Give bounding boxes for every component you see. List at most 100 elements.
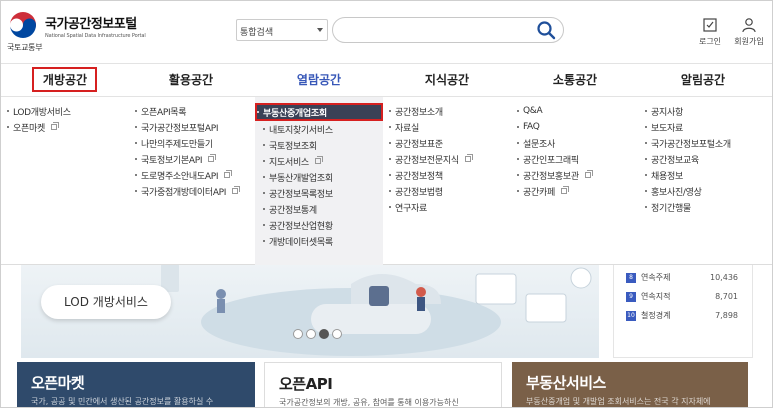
gnb-item-notice-space[interactable]: 알림공간 xyxy=(639,64,767,96)
mega-menu-item-label: 설문조사 xyxy=(523,139,555,150)
mega-menu-item[interactable]: 공간정보목록정보 xyxy=(263,185,383,201)
external-link-icon xyxy=(464,154,473,162)
bullet-icon xyxy=(389,174,391,176)
mega-menu-item[interactable]: 내토지찾기서비스 xyxy=(263,121,383,137)
mega-menu-item[interactable]: FAQ xyxy=(517,119,637,135)
card-open-api[interactable]: 오픈API 국가공간정보의 개방, 공유, 참여를 통해 이용가능하신 xyxy=(264,362,502,407)
mega-menu-item[interactable]: 공간정보산업현황 xyxy=(263,217,383,233)
card-real-estate-service[interactable]: 부동산서비스 부동산중개업 및 개발업 조회서비스는 전국 각 지자체에 xyxy=(512,362,748,407)
external-link-icon xyxy=(224,170,233,178)
bullet-icon xyxy=(135,158,137,160)
slide-dot[interactable] xyxy=(306,329,316,339)
mega-menu-item-label: 공간정보소개 xyxy=(395,107,443,118)
mega-menu-item[interactable]: 설문조사 xyxy=(517,135,637,151)
bullet-icon xyxy=(517,174,519,176)
card-description: 국가공간정보의 개방, 공유, 참여를 통해 이용가능하신 xyxy=(279,398,459,407)
banner-slide[interactable]: LOD 개방서비스 xyxy=(21,264,599,358)
bullet-icon xyxy=(263,224,265,226)
mega-menu-item-label: 공지사항 xyxy=(651,107,683,118)
mega-menu-item[interactable]: 국가중점개방데이터API xyxy=(135,183,255,199)
bullet-icon xyxy=(517,190,519,192)
mega-menu-item[interactable]: 국가공간정보포털API xyxy=(135,119,255,135)
bullet-icon xyxy=(263,144,265,146)
mega-menu-item[interactable]: 공간정보법령 xyxy=(389,183,509,199)
mega-menu-item[interactable]: 지도서비스 xyxy=(263,153,383,169)
mega-menu-item[interactable]: 개방데이터셋목록 xyxy=(263,233,383,249)
gnb-item-browse-space[interactable]: 열람공간 xyxy=(255,64,383,96)
card-description: 부동산중개업 및 개발업 조회서비스는 전국 각 지자체에 xyxy=(526,397,711,406)
ranking-row[interactable]: 8 연속주제 10,436 xyxy=(626,272,746,286)
bullet-icon xyxy=(135,174,137,176)
external-link-icon xyxy=(560,186,569,194)
search-scope-value: 통합검색 xyxy=(240,28,274,38)
gnb-item-communication-space[interactable]: 소통공간 xyxy=(511,64,639,96)
bullet-icon xyxy=(263,240,265,242)
mega-menu-item[interactable]: 자료실 xyxy=(389,119,509,135)
mega-menu-item-label: 국토정보기본API xyxy=(141,155,203,166)
mega-menu-item[interactable]: 오픈API목록 xyxy=(135,103,255,119)
ranking-row[interactable]: 9 연속지적 8,701 xyxy=(626,291,746,305)
login-button[interactable]: 로그인 xyxy=(693,17,727,51)
mega-menu-item-label: 나만의주제도만들기 xyxy=(141,139,213,150)
mega-menu-item[interactable]: 오픈마켓 xyxy=(7,119,127,135)
gnb-item-knowledge-space[interactable]: 지식공간 xyxy=(383,64,511,96)
bullet-icon xyxy=(645,142,647,144)
slide-dot[interactable] xyxy=(293,329,303,339)
search-input[interactable] xyxy=(332,17,564,43)
mega-menu-item[interactable]: 부동산개발업조회 xyxy=(263,169,383,185)
mega-menu-item[interactable]: 공지사항 xyxy=(645,103,767,119)
banner-label: LOD 개방서비스 xyxy=(41,285,171,319)
bullet-icon xyxy=(389,158,391,160)
mega-menu-item[interactable]: Q&A xyxy=(517,103,637,119)
mega-menu-item-label: 공간카페 xyxy=(523,187,555,198)
mega-menu-item[interactable]: 정기간행물 xyxy=(645,199,767,215)
mega-menu-item[interactable]: 도로명주소안내도API xyxy=(135,167,255,183)
ministry-name: 국토교통부 xyxy=(7,43,43,52)
mega-menu-item[interactable]: 공간정보교육 xyxy=(645,151,767,167)
slide-dot[interactable] xyxy=(332,329,342,339)
mega-menu-item-label: 보도자료 xyxy=(651,123,683,134)
mega-menu-item[interactable]: 채용정보 xyxy=(645,167,767,183)
ranking-row[interactable]: 10 철정경계 7,898 xyxy=(626,310,746,324)
mega-menu-item[interactable]: LOD개방서비스 xyxy=(7,103,127,119)
mega-menu-item[interactable]: 부동산중개업조회 xyxy=(255,103,383,121)
bullet-icon xyxy=(389,110,391,112)
bullet-icon xyxy=(135,126,137,128)
site-logo[interactable]: 국가공간정보포털 National Spatial Data Infrastru… xyxy=(7,9,157,55)
gnb-item-use-space[interactable]: 활용공간 xyxy=(127,64,255,96)
mega-menu-item[interactable]: 공간정보전문지식 xyxy=(389,151,509,167)
header: 국가공간정보포털 National Spatial Data Infrastru… xyxy=(1,1,772,63)
mega-menu-item[interactable]: 공간인포그래픽 xyxy=(517,151,637,167)
mega-menu-item-label: 공간정보산업현황 xyxy=(269,221,333,232)
mega-col-notice-space: 공지사항보도자료국가공간정보포털소개공간정보교육 채용정보 홍보사진/영상 정기간행물 xyxy=(645,103,767,215)
mega-menu-item[interactable]: 나만의주제도만들기 xyxy=(135,135,255,151)
mega-menu-item[interactable]: 홍보사진/영상 xyxy=(645,183,767,199)
bullet-icon xyxy=(645,174,647,176)
mega-menu-item[interactable]: 공간정보표준 xyxy=(389,135,509,151)
mega-col-communication-space: Q&A FAQ 설문조사 공간인포그래픽 공간정보홍보관공간카페 xyxy=(517,103,637,199)
card-open-market[interactable]: 오픈마켓 국가, 공공 및 민간에서 생산된 공간정보를 활용하실 수 xyxy=(17,362,255,407)
search-icon[interactable] xyxy=(536,20,556,40)
mega-menu-item-label: 오픈마켓 xyxy=(13,123,45,134)
signup-button[interactable]: 회원가입 xyxy=(732,17,766,51)
mega-menu-item[interactable]: 국가공간정보포털소개 xyxy=(645,135,767,151)
mega-menu-item[interactable]: 공간정보홍보관 xyxy=(517,167,637,183)
mega-menu-item[interactable]: 공간정보소개 xyxy=(389,103,509,119)
mega-menu-item[interactable]: 공간정보통계 xyxy=(263,201,383,217)
mega-menu-item[interactable]: 국토정보기본API xyxy=(135,151,255,167)
bullet-icon xyxy=(263,192,265,194)
mega-menu-item[interactable]: 보도자료 xyxy=(645,119,767,135)
mega-menu-item[interactable]: 공간정보정책 xyxy=(389,167,509,183)
mega-menu-item-label: Q&A xyxy=(523,106,543,116)
mega-menu-item[interactable]: 국토정보조회 xyxy=(263,137,383,153)
mega-col-use-space: 오픈API목록 국가공간정보포털API 나만의주제도만들기국토정보기본API 도로명주… xyxy=(135,103,255,199)
logo-subtitle: National Spatial Data Infrastructure Por… xyxy=(45,33,146,39)
mega-menu-item[interactable]: 공간카페 xyxy=(517,183,637,199)
search-scope-select[interactable]: 통합검색 xyxy=(236,19,328,41)
main-banner: LOD 개방서비스 8 연속주제 10,436 9 연속지적 8,701 10 철정경계 7,8… xyxy=(7,264,767,358)
bullet-icon xyxy=(645,110,647,112)
mega-menu-item-label: 공간정보교육 xyxy=(651,155,699,166)
mega-menu-item-label: 국가공간정보포털소개 xyxy=(651,139,731,150)
slide-dot[interactable] xyxy=(319,329,329,339)
mega-menu-item[interactable]: 연구자료 xyxy=(389,199,509,215)
